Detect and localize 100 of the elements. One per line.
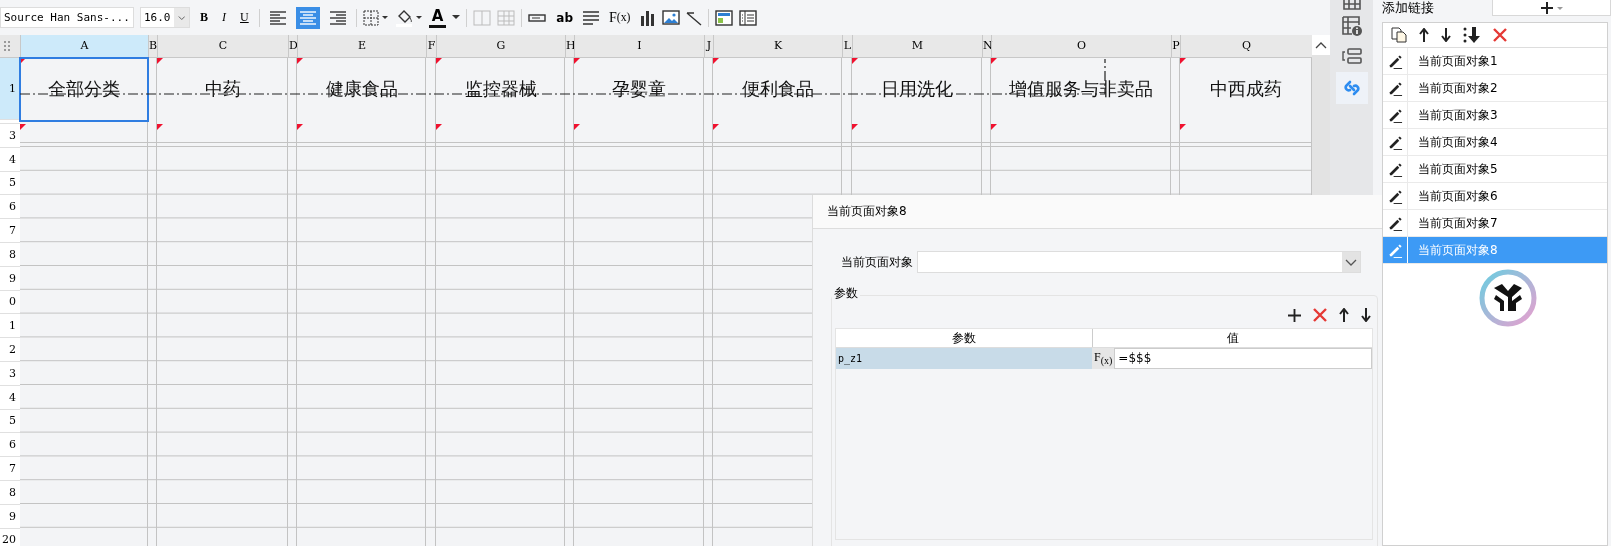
column-header[interactable]: C bbox=[157, 35, 288, 57]
link-icon bbox=[1341, 78, 1362, 98]
table-cell: 便利食品 bbox=[741, 77, 814, 101]
copy-icon[interactable] bbox=[1391, 27, 1407, 43]
arrow-down-icon[interactable] bbox=[1441, 28, 1451, 42]
row-header[interactable]: 4 bbox=[0, 147, 20, 172]
form-layout-icon[interactable] bbox=[715, 9, 734, 26]
row-header[interactable]: 8 bbox=[0, 480, 20, 505]
row-header[interactable]: 7 bbox=[0, 457, 20, 481]
edit-icon[interactable] bbox=[1387, 161, 1403, 177]
column-header[interactable]: N bbox=[982, 35, 991, 57]
font-dropdown[interactable]: Source Han Sans-... bbox=[0, 7, 134, 28]
table-cell: 健康食品 bbox=[325, 77, 398, 101]
borders-icon[interactable] bbox=[362, 9, 389, 26]
column-header[interactable]: G bbox=[436, 35, 565, 57]
column-header[interactable]: P bbox=[1171, 35, 1180, 57]
column-header[interactable]: F bbox=[426, 35, 436, 57]
table-cell: 监控器械 bbox=[464, 77, 537, 101]
group-label: 参数 bbox=[832, 285, 860, 302]
edit-icon[interactable] bbox=[1387, 107, 1403, 123]
column-header[interactable]: E bbox=[297, 35, 426, 57]
chevron-down-icon[interactable] bbox=[177, 14, 185, 21]
edit-icon[interactable] bbox=[1387, 53, 1403, 69]
table-cell: 中西成药 bbox=[1210, 77, 1282, 101]
delete-icon[interactable] bbox=[1313, 308, 1327, 322]
merge-cells-icon[interactable] bbox=[473, 9, 492, 26]
text-style-button[interactable]: B bbox=[196, 6, 212, 29]
edit-icon[interactable] bbox=[1387, 188, 1403, 204]
row-header[interactable]: 3 bbox=[0, 361, 20, 386]
delete-icon[interactable] bbox=[1493, 28, 1507, 42]
text-field-icon[interactable] bbox=[528, 12, 547, 23]
row-header[interactable]: 1 bbox=[0, 58, 20, 120]
add-icon[interactable] bbox=[1288, 308, 1301, 322]
fill-bucket-icon[interactable] bbox=[394, 8, 423, 27]
table-cell: 增值服务与非卖品 bbox=[1009, 77, 1153, 101]
dropdown-caret-icon[interactable] bbox=[452, 15, 461, 20]
column-header[interactable]: H bbox=[565, 35, 574, 57]
edit-icon[interactable] bbox=[1387, 215, 1403, 231]
row-header[interactable]: 7 bbox=[0, 219, 20, 243]
row-header[interactable]: 4 bbox=[0, 385, 20, 410]
align-button[interactable] bbox=[295, 6, 320, 29]
text-insert-button[interactable]: ab bbox=[552, 6, 577, 29]
edit-icon[interactable] bbox=[1387, 134, 1403, 150]
bar-chart-icon[interactable] bbox=[640, 9, 657, 26]
column-header[interactable]: A bbox=[20, 35, 148, 57]
column-header[interactable]: K bbox=[713, 35, 842, 57]
list-layout-icon[interactable] bbox=[739, 9, 758, 26]
font-size-dropdown[interactable]: 16.0 bbox=[140, 7, 190, 28]
row-header[interactable]: 0 bbox=[0, 290, 20, 315]
plus-caret-icon bbox=[1539, 0, 1564, 15]
widget-icon bbox=[1341, 48, 1362, 64]
table-cell[interactable]: p_z1 bbox=[836, 348, 1092, 369]
column-header[interactable]: L bbox=[842, 35, 852, 57]
image-icon[interactable] bbox=[662, 10, 681, 25]
arrow-up-icon[interactable] bbox=[1339, 308, 1349, 322]
paragraph-icon[interactable] bbox=[583, 10, 599, 25]
font-color-button[interactable]: A bbox=[428, 7, 447, 28]
link-item[interactable]: 当前页面对象3 bbox=[1383, 102, 1607, 129]
column-header[interactable]: D bbox=[288, 35, 297, 57]
column-header[interactable]: M bbox=[852, 35, 982, 57]
chevron-down-icon[interactable] bbox=[1345, 258, 1357, 266]
row-header[interactable]: 2 bbox=[0, 338, 20, 362]
column-header: 值 bbox=[1225, 330, 1240, 347]
row-header[interactable]: 6 bbox=[0, 433, 20, 458]
column-header[interactable]: I bbox=[574, 35, 704, 57]
move-to-bottom-icon[interactable] bbox=[1463, 27, 1481, 43]
arrow-down-icon[interactable] bbox=[1361, 308, 1371, 322]
formula-button[interactable]: F$_{(x)}$ bbox=[1092, 348, 1115, 369]
row-header[interactable]: 9 bbox=[0, 504, 20, 529]
link-item[interactable]: 当前页面对象1 bbox=[1383, 48, 1607, 75]
row-header[interactable]: 3 bbox=[0, 124, 20, 148]
panel-title: 添加链接 bbox=[1382, 0, 1435, 16]
link-item[interactable]: 当前页面对象2 bbox=[1383, 75, 1607, 102]
row-header[interactable]: 9 bbox=[0, 266, 20, 291]
edit-icon[interactable] bbox=[1387, 80, 1403, 96]
text-style-button[interactable]: I bbox=[218, 6, 230, 29]
text-style-button[interactable]: U bbox=[236, 6, 253, 29]
cell-info-icon bbox=[1341, 16, 1362, 36]
column-header[interactable]: B bbox=[148, 35, 157, 57]
add-link-dropdown[interactable] bbox=[1492, 0, 1611, 16]
scroll-up-icon[interactable] bbox=[1315, 41, 1327, 49]
logo-icon bbox=[1478, 268, 1538, 328]
field-label: 当前页面对象 bbox=[841, 253, 914, 271]
grid-icon bbox=[1342, 0, 1361, 10]
table-cell: 全部分类 bbox=[48, 77, 120, 101]
link-item[interactable]: 当前页面对象4 bbox=[1383, 129, 1607, 156]
value-field[interactable]: =$$$ bbox=[1114, 348, 1372, 369]
link-item[interactable]: 当前页面对象5 bbox=[1383, 156, 1607, 183]
column-header[interactable]: O bbox=[991, 35, 1171, 57]
arrow-up-icon[interactable] bbox=[1419, 28, 1429, 42]
row-header[interactable]: 5 bbox=[0, 171, 20, 196]
table-cell: 中药 bbox=[204, 77, 241, 101]
slash-line-icon[interactable] bbox=[686, 9, 703, 26]
row-header[interactable]: 5 bbox=[0, 409, 20, 434]
row-header[interactable]: 1 bbox=[0, 314, 20, 339]
link-tab[interactable] bbox=[1335, 72, 1368, 104]
row-header[interactable]: 8 bbox=[0, 243, 20, 267]
link-item[interactable]: 当前页面对象6 bbox=[1383, 183, 1607, 210]
column-header[interactable]: J bbox=[704, 35, 713, 57]
row-header[interactable]: 6 bbox=[0, 195, 20, 220]
